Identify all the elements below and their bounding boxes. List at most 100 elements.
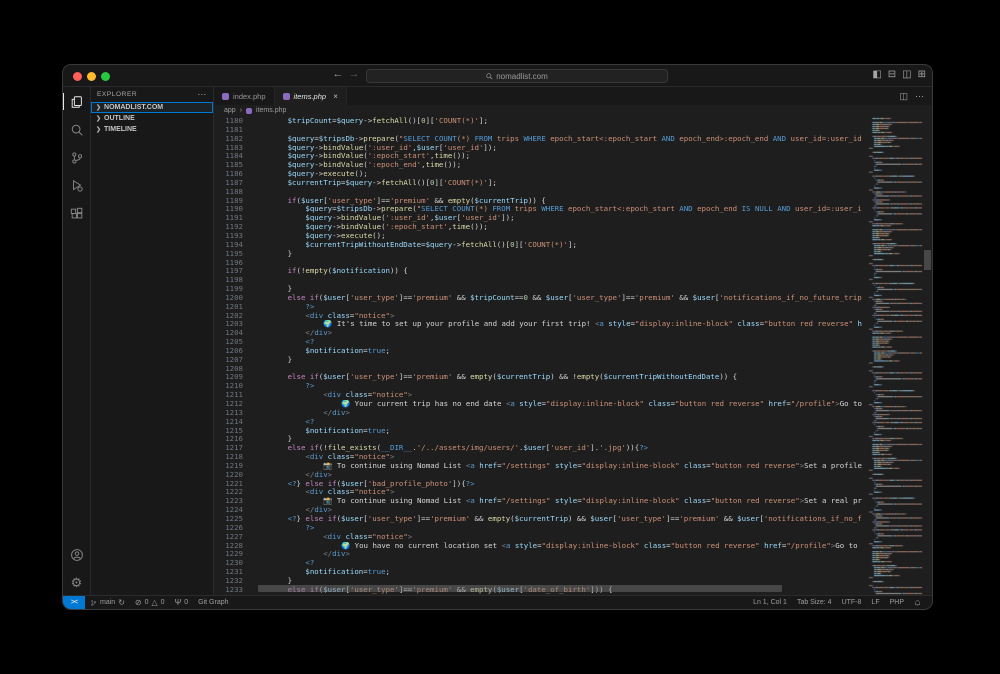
run-and-debug-icon[interactable] bbox=[63, 177, 91, 194]
code-line[interactable]: 1200 else if($user['user_type']=='premiu… bbox=[214, 293, 862, 303]
code-line[interactable]: 1197 if(!empty($notification)) { bbox=[214, 266, 862, 276]
code-line[interactable]: 1213 </div> bbox=[214, 408, 862, 418]
code-line[interactable]: 1231 $notification=true; bbox=[214, 567, 862, 577]
git-branch-item[interactable]: main ↻ bbox=[85, 598, 130, 607]
ports-item[interactable]: Ψ 0 bbox=[170, 597, 194, 607]
code-line[interactable]: 1215 $notification=true; bbox=[214, 426, 862, 436]
code-line[interactable]: 1223 📸 To continue using Nomad List <a h… bbox=[214, 496, 862, 506]
extensions-icon[interactable] bbox=[63, 205, 91, 222]
source-control-icon[interactable] bbox=[63, 149, 91, 166]
radio-tower-icon: Ψ bbox=[174, 597, 182, 607]
vertical-scrollbar-thumb[interactable] bbox=[924, 250, 931, 270]
sidebar-item-outline[interactable]: ❯ OUTLINE bbox=[91, 113, 213, 124]
explorer-icon[interactable] bbox=[63, 93, 91, 110]
code-line[interactable]: 1186 $query->execute(); bbox=[214, 169, 862, 179]
breadcrumb-folder[interactable]: app bbox=[224, 107, 236, 114]
code-line[interactable]: 1226 ?> bbox=[214, 523, 862, 533]
code-line[interactable]: 1221 <?} else if($user['bad_profile_phot… bbox=[214, 479, 862, 489]
toggle-panel-icon[interactable]: ⊟ bbox=[888, 68, 896, 82]
eol[interactable]: LF bbox=[866, 599, 884, 606]
nav-back-button[interactable]: ← bbox=[331, 68, 345, 80]
sidebar-item-timeline[interactable]: ❯ TIMELINE bbox=[91, 124, 213, 135]
tab-items-php[interactable]: items.php × bbox=[274, 87, 347, 105]
code-line[interactable]: 1224 </div> bbox=[214, 505, 862, 515]
remote-indicator[interactable]: >< bbox=[63, 596, 85, 609]
code-line[interactable]: 1204 </div> bbox=[214, 328, 862, 338]
command-center-search[interactable]: nomadlist.com bbox=[366, 69, 668, 83]
split-editor-icon[interactable]: ◫ bbox=[899, 91, 908, 102]
code-line[interactable]: 1208 bbox=[214, 364, 862, 374]
explorer-more-actions-icon[interactable]: ⋯ bbox=[197, 89, 207, 100]
horizontal-scrollbar[interactable] bbox=[258, 585, 854, 592]
tab-size[interactable]: Tab Size: 4 bbox=[792, 599, 837, 606]
sidebar-item-nomadlist[interactable]: ❯ NOMADLIST.COM bbox=[91, 102, 213, 113]
language-mode[interactable]: PHP bbox=[885, 599, 909, 606]
cursor-position[interactable]: Ln 1, Col 1 bbox=[748, 599, 792, 606]
vertical-scrollbar[interactable] bbox=[923, 116, 932, 595]
nav-forward-button[interactable]: → bbox=[347, 68, 361, 80]
notifications-bell-icon[interactable] bbox=[909, 599, 926, 607]
breadcrumb-file[interactable]: items.php bbox=[256, 107, 286, 114]
code-line[interactable]: 1210 ?> bbox=[214, 381, 862, 391]
code-line[interactable]: 1202 <div class="notice"> bbox=[214, 311, 862, 321]
customize-layout-icon[interactable]: ⊞ bbox=[918, 68, 926, 82]
close-tab-icon[interactable]: × bbox=[333, 92, 338, 101]
code-line[interactable]: 1195 } bbox=[214, 249, 862, 259]
tab-index-php[interactable]: index.php bbox=[214, 87, 275, 105]
minimize-window-button[interactable] bbox=[87, 72, 96, 81]
code-line[interactable]: 1203 🌍 It's time to set up your profile … bbox=[214, 320, 862, 329]
code-line[interactable]: 1214 <? bbox=[214, 417, 862, 427]
code-line[interactable]: 1199 } bbox=[214, 284, 862, 294]
code-line[interactable]: 1227 <div class="notice"> bbox=[214, 532, 862, 542]
accounts-icon[interactable] bbox=[63, 546, 91, 563]
code-line[interactable]: 1211 <div class="notice"> bbox=[214, 390, 862, 400]
code-line[interactable]: 1209 else if($user['user_type']=='premiu… bbox=[214, 373, 862, 382]
code-line[interactable]: 1183 $query->bindValue(':user_id',$user[… bbox=[214, 143, 862, 153]
code-line[interactable]: 1212 🌍 Your current trip has no end date… bbox=[214, 399, 862, 409]
editor-more-actions-icon[interactable]: ⋯ bbox=[915, 91, 924, 102]
code-line[interactable]: 1196 bbox=[214, 258, 862, 268]
close-window-button[interactable] bbox=[73, 72, 82, 81]
code-line[interactable]: 1219 📸 To continue using Nomad List <a h… bbox=[214, 461, 862, 471]
code-line[interactable]: 1189 if($user['user_type']=='premium' &&… bbox=[214, 196, 862, 206]
settings-gear-icon[interactable]: ⚙ bbox=[63, 574, 91, 591]
code-line[interactable]: 1187 $currentTrip=$query->fetchAll()[0][… bbox=[214, 178, 862, 188]
toggle-secondary-sidebar-icon[interactable]: ◫ bbox=[902, 68, 911, 82]
search-view-icon[interactable] bbox=[63, 121, 91, 138]
encoding[interactable]: UTF-8 bbox=[837, 599, 867, 606]
code-line[interactable]: 1216 } bbox=[214, 435, 862, 444]
code-line[interactable]: 1184 $query->bindValue(':epoch_start',ti… bbox=[214, 152, 862, 161]
code-line[interactable]: 1217 else if(!file_exists(__DIR__.'/../a… bbox=[214, 443, 862, 453]
code-line[interactable]: 1228 🌍 You have no current location set … bbox=[214, 541, 862, 551]
code-line[interactable]: 1220 </div> bbox=[214, 470, 862, 480]
git-graph-item[interactable]: Git Graph bbox=[193, 599, 233, 606]
code-editor[interactable]: 1180 $tripCount=$query->fetchAll()[0]['C… bbox=[214, 116, 932, 595]
code-line[interactable]: 1191 $query->bindValue(':user_id',$user[… bbox=[214, 213, 862, 223]
code-line[interactable]: 1229 </div> bbox=[214, 549, 862, 559]
code-line[interactable]: 1192 $query->bindValue(':epoch_start',ti… bbox=[214, 222, 862, 232]
code-line[interactable]: 1185 $query->bindValue(':epoch_end',time… bbox=[214, 160, 862, 170]
code-line[interactable]: 1218 <div class="notice"> bbox=[214, 452, 862, 462]
sync-icon[interactable]: ↻ bbox=[118, 598, 125, 607]
code-line[interactable]: 1194 $currentTripWithoutEndDate=$query->… bbox=[214, 240, 862, 250]
minimap[interactable] bbox=[868, 116, 923, 595]
code-line[interactable]: 1205 <? bbox=[214, 337, 862, 347]
code-line[interactable]: 1206 $notification=true; bbox=[214, 346, 862, 356]
code-line[interactable]: 1225 <?} else if($user['user_type']=='pr… bbox=[214, 514, 862, 524]
code-line[interactable]: 1182 $query=$tripsDb->prepare("SELECT CO… bbox=[214, 134, 862, 144]
zoom-window-button[interactable] bbox=[101, 72, 110, 81]
toggle-sidebar-icon[interactable]: ◧ bbox=[872, 68, 881, 82]
problems-item[interactable]: ⊘ 0 △ 0 bbox=[130, 598, 170, 607]
code-line[interactable]: 1193 $query->execute(); bbox=[214, 231, 862, 241]
code-line[interactable]: 1230 <? bbox=[214, 558, 862, 568]
code-line[interactable]: 1201 ?> bbox=[214, 302, 862, 312]
horizontal-scrollbar-thumb[interactable] bbox=[258, 585, 783, 592]
code-line[interactable]: 1180 $tripCount=$query->fetchAll()[0]['C… bbox=[214, 116, 862, 126]
code-line[interactable]: 1198 bbox=[214, 275, 862, 285]
code-line[interactable]: 1190 $query=$tripsDb->prepare("SELECT CO… bbox=[214, 205, 862, 214]
code-line[interactable]: 1188 bbox=[214, 187, 862, 197]
code-line[interactable]: 1207 } bbox=[214, 355, 862, 365]
code-line[interactable]: 1181 bbox=[214, 125, 862, 135]
code-line[interactable]: 1222 <div class="notice"> bbox=[214, 488, 862, 497]
sidebar-item-label: TIMELINE bbox=[104, 126, 137, 133]
